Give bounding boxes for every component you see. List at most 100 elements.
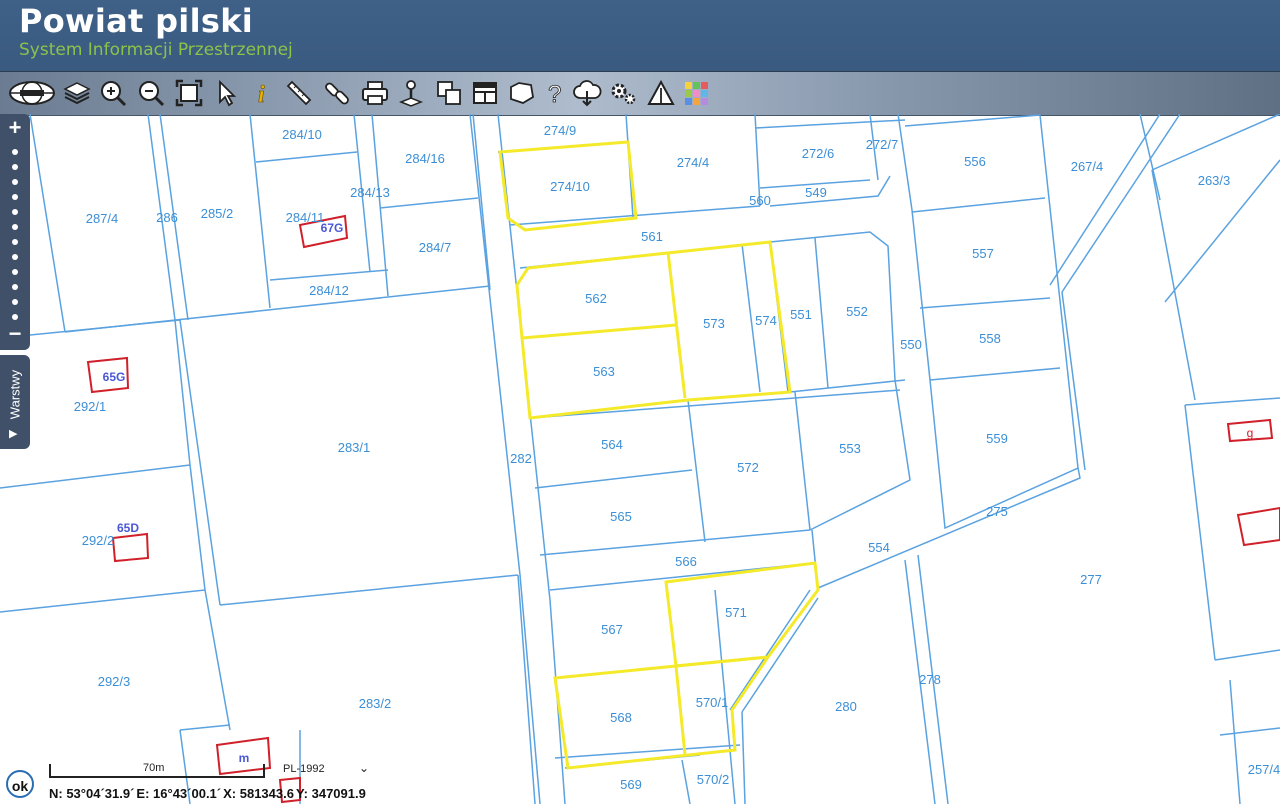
coordinate-readout: N: 53°04´31.9´ E: 16°43´00.1´ X: 581343.6 Y… (49, 786, 368, 801)
zoom-level-dot[interactable] (12, 224, 18, 230)
parcel-label: 286 (156, 210, 178, 225)
parcel-label: 284/11 (286, 210, 325, 225)
layers-icon[interactable] (62, 78, 92, 108)
toolbar: i ? (0, 71, 1280, 116)
parcel-label: 557 (972, 246, 994, 261)
settings-gears-icon[interactable] (608, 78, 638, 108)
parcel-label: 274/4 (677, 155, 710, 170)
building-label: g (1247, 426, 1254, 440)
layers-panel-tab[interactable]: Warstwy ▶ (0, 355, 30, 449)
parcel-label: 569 (620, 777, 642, 792)
crs-select[interactable]: PL-1992 ⌄ (283, 761, 373, 775)
full-extent-icon[interactable] (174, 78, 204, 108)
parcel-label: 566 (675, 554, 697, 569)
coord-lon: E: 16°43´00.1´ (136, 786, 222, 801)
zoom-out-icon[interactable] (136, 78, 166, 108)
parcel-label: 285/2 (201, 206, 234, 221)
parcel-label: 550 (900, 337, 922, 352)
parcel-label: 562 (585, 291, 607, 306)
zoom-level-dot[interactable] (12, 254, 18, 260)
parcel-label: 292/3 (98, 674, 131, 689)
parcel-label: 554 (868, 540, 890, 555)
parcel-label: 277 (1080, 572, 1102, 587)
parcel-label: 292/1 (74, 399, 107, 414)
parcel-label: 558 (979, 331, 1001, 346)
coord-y: Y: 347091.9 (295, 786, 366, 801)
zoom-slider: + − (0, 114, 30, 350)
expand-arrow-icon: ▶ (9, 428, 18, 440)
zoom-out-button[interactable]: − (5, 323, 25, 345)
zoom-level-dot[interactable] (12, 179, 18, 185)
parcel-label: 560 (749, 193, 771, 208)
print-icon[interactable] (360, 78, 390, 108)
download-cloud-icon[interactable] (572, 78, 602, 108)
zoom-in-button[interactable]: + (5, 117, 25, 139)
zoom-level-dot[interactable] (12, 314, 18, 320)
link-icon[interactable] (322, 78, 352, 108)
zoom-level-dot[interactable] (12, 269, 18, 275)
parcel-label: 574 (755, 313, 777, 328)
info-icon[interactable]: i (248, 78, 278, 109)
parcel-label: 267/4 (1071, 159, 1104, 174)
scale-label: 70m (143, 762, 165, 774)
parcel-boundaries (0, 114, 1280, 804)
locate-parcel-icon[interactable] (396, 78, 426, 108)
zoom-level-dot[interactable] (12, 149, 18, 155)
buildings (86, 214, 1280, 804)
help-icon[interactable]: ? (540, 78, 570, 109)
parcel-label: 565 (610, 509, 632, 524)
building-label: m (239, 751, 250, 765)
parcel-label: 257/4 (1248, 762, 1280, 777)
parcel-label: 561 (641, 229, 663, 244)
parcel-label: 275 (986, 504, 1008, 519)
map-view[interactable]: 274/9 274/10 274/4 272/6 272/7 549 560 561 556 26… (0, 114, 1280, 804)
parcel-label: 284/16 (405, 151, 445, 166)
parcel-label: 572 (737, 460, 759, 475)
parcel-label: 570/2 (697, 772, 730, 787)
parcel-label: 284/13 (350, 185, 390, 200)
logo-globe-icon[interactable] (8, 78, 56, 108)
warning-sign-icon[interactable] (646, 78, 676, 108)
parcel-label: 556 (964, 154, 986, 169)
svg-text:i: i (258, 82, 265, 108)
zoom-level-dot[interactable] (12, 299, 18, 305)
copy-icon[interactable] (434, 78, 464, 108)
parcel-label: 564 (601, 437, 623, 452)
parcel-label: 284/10 (282, 127, 322, 142)
building-label: 67G (321, 221, 344, 235)
parcel-label: 552 (846, 304, 868, 319)
select-arrow-icon[interactable] (212, 78, 242, 108)
zoom-level-dot[interactable] (12, 284, 18, 290)
parcel-label: 563 (593, 364, 615, 379)
parcel-label: 283/2 (359, 696, 392, 711)
parcel-labels: 274/9 274/10 274/4 272/6 272/7 549 560 561 556 26… (74, 123, 1280, 792)
parcel-label: 559 (986, 431, 1008, 446)
parcel-label: 571 (725, 605, 747, 620)
zoom-level-dot[interactable] (12, 239, 18, 245)
ok-button[interactable]: ok (6, 770, 34, 798)
parcel-label: 551 (790, 307, 812, 322)
measure-ruler-icon[interactable] (284, 78, 314, 108)
zoom-level-dot[interactable] (12, 209, 18, 215)
parcel-label: 263/3 (1198, 173, 1231, 188)
parcel-label: 278 (919, 672, 941, 687)
layout-window-icon[interactable] (470, 78, 500, 108)
parcel-label: 284/7 (419, 240, 452, 255)
parcel-label: 274/10 (550, 179, 590, 194)
crs-selected-value: PL-1992 (283, 763, 325, 775)
parcel-map[interactable]: 274/9 274/10 274/4 272/6 272/7 549 560 561 556 26… (0, 114, 1280, 804)
zoom-in-icon[interactable] (98, 78, 128, 108)
app-subtitle: System Informacji Przestrzennej (19, 40, 293, 60)
svg-text:?: ? (548, 81, 561, 108)
parcel-label: 292/2 (82, 533, 115, 548)
coord-x: X: 581343.6 (223, 786, 294, 801)
area-measure-icon[interactable] (506, 78, 536, 108)
zoom-level-dot[interactable] (12, 164, 18, 170)
parcel-label: 272/7 (866, 137, 899, 152)
layers-tab-label: Warstwy (7, 369, 23, 420)
building-label: 65D (117, 521, 139, 535)
color-grid-icon[interactable] (682, 78, 712, 108)
header-bar: Powiat pilski System Informacji Przestrz… (0, 0, 1280, 71)
zoom-level-dot[interactable] (12, 194, 18, 200)
parcel-label: 287/4 (86, 211, 119, 226)
